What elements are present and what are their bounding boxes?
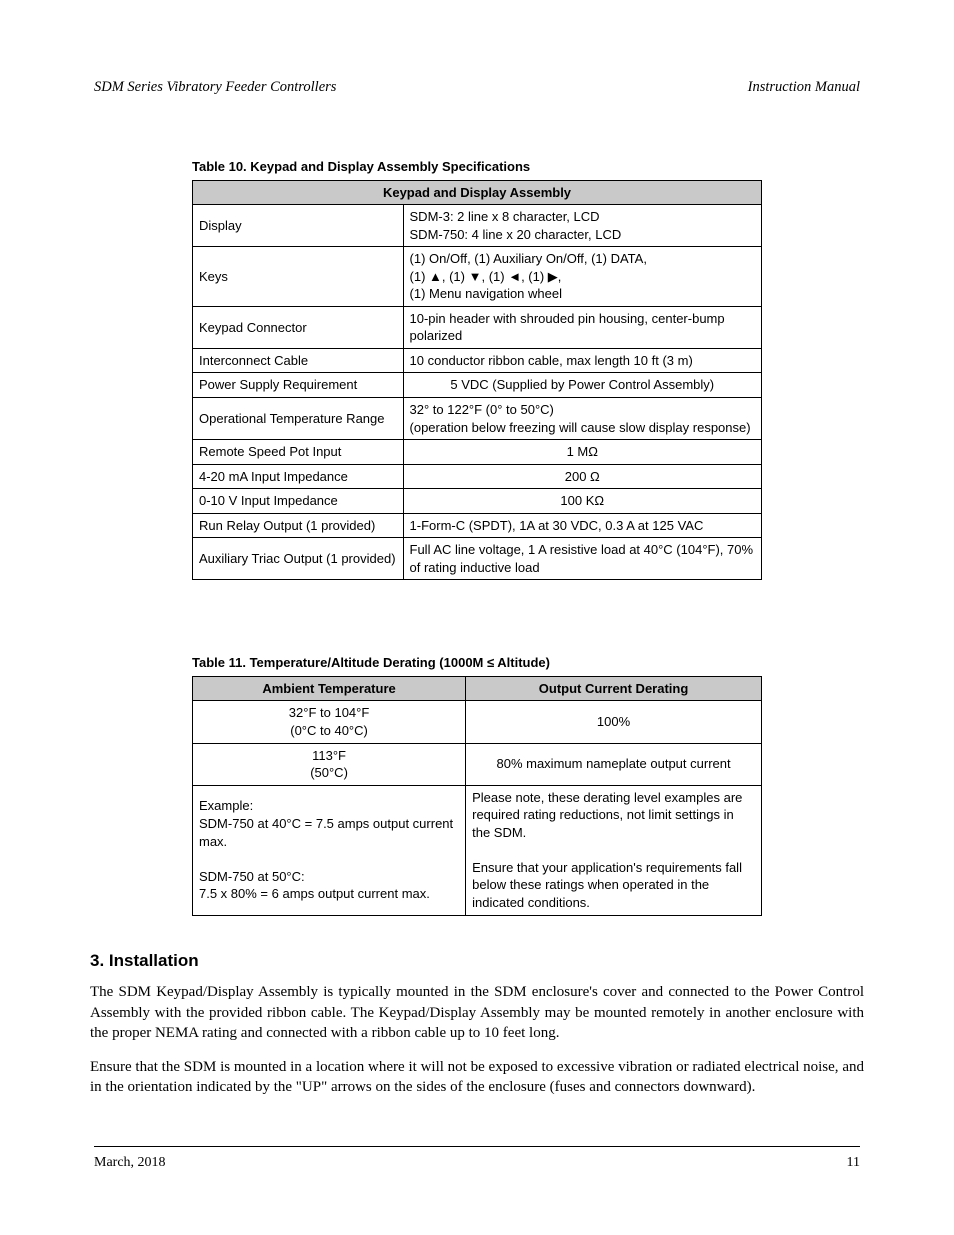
table2-caption-prefix: Table 11. Temperature/Altitude Derating … (192, 655, 487, 670)
cell-b: 80% maximum nameplate output current (466, 743, 762, 785)
table-row: Example:SDM-750 at 40°C = 7.5 amps outpu… (193, 785, 762, 915)
cell-label: Auxiliary Triac Output (1 provided) (193, 538, 404, 580)
cell-value: 100 KΩ (403, 489, 761, 514)
table-row: Keypad Connector 10-pin header with shro… (193, 306, 762, 348)
body-paragraph-2: Ensure that the SDM is mounted in a loca… (90, 1057, 864, 1098)
table-row: Operational Temperature Range 32° to 122… (193, 398, 762, 440)
cell-a: 32°F to 104°F(0°C to 40°C) (193, 701, 466, 743)
table-row: 4-20 mA Input Impedance 200 Ω (193, 464, 762, 489)
table-row: Auxiliary Triac Output (1 provided) Full… (193, 538, 762, 580)
table2-col-a-header: Ambient Temperature (193, 676, 466, 701)
table2-caption-suffix: Altitude) (494, 655, 550, 670)
cell-label: Remote Speed Pot Input (193, 440, 404, 465)
table-row: Run Relay Output (1 provided) 1-Form-C (… (193, 513, 762, 538)
cell-b: Please note, these derating level exampl… (466, 785, 762, 915)
cell-a: 113°F(50°C) (193, 743, 466, 785)
running-header-left: SDM Series Vibratory Feeder Controllers (94, 78, 336, 98)
table2: Ambient Temperature Output Current Derat… (192, 676, 762, 916)
table-row: Keys (1) On/Off, (1) Auxiliary On/Off, (… (193, 247, 762, 307)
table1-header: Keypad and Display Assembly (193, 180, 762, 205)
table-row: 0-10 V Input Impedance 100 KΩ (193, 489, 762, 514)
cell-a: Example:SDM-750 at 40°C = 7.5 amps outpu… (193, 785, 466, 915)
cell-label: Operational Temperature Range (193, 398, 404, 440)
table2-col-b-header: Output Current Derating (466, 676, 762, 701)
cell-value: 200 Ω (403, 464, 761, 489)
body-paragraph-1: The SDM Keypad/Display Assembly is typic… (90, 982, 864, 1043)
cell-value: 32° to 122°F (0° to 50°C)(operation belo… (403, 398, 761, 440)
cell-label: Power Supply Requirement (193, 373, 404, 398)
cell-value: SDM-3: 2 line x 8 character, LCDSDM-750:… (403, 205, 761, 247)
cell-value: (1) On/Off, (1) Auxiliary On/Off, (1) DA… (403, 247, 761, 307)
footer-left: March, 2018 (94, 1154, 166, 1173)
cell-label: Run Relay Output (1 provided) (193, 513, 404, 538)
table-row: Display SDM-3: 2 line x 8 character, LCD… (193, 205, 762, 247)
running-header-right: Instruction Manual (748, 78, 860, 98)
cell-label: 0-10 V Input Impedance (193, 489, 404, 514)
footer-right: 11 (847, 1154, 860, 1173)
cell-label: Interconnect Cable (193, 348, 404, 373)
cell-label: Keys (193, 247, 404, 307)
table-row: 32°F to 104°F(0°C to 40°C) 100% (193, 701, 762, 743)
cell-label: Display (193, 205, 404, 247)
table-row: Remote Speed Pot Input 1 MΩ (193, 440, 762, 465)
cell-label: Keypad Connector (193, 306, 404, 348)
footer-rule (94, 1146, 860, 1147)
cell-value: 1-Form-C (SPDT), 1A at 30 VDC, 0.3 A at … (403, 513, 761, 538)
table2-caption: Table 11. Temperature/Altitude Derating … (192, 654, 762, 672)
section-heading: 3. Installation (90, 950, 864, 973)
table1-caption: Table 10. Keypad and Display Assembly Sp… (192, 158, 762, 176)
cell-value: 10 conductor ribbon cable, max length 10… (403, 348, 761, 373)
cell-value: 5 VDC (Supplied by Power Control Assembl… (403, 373, 761, 398)
table-row: Power Supply Requirement 5 VDC (Supplied… (193, 373, 762, 398)
cell-b: 100% (466, 701, 762, 743)
cell-value: 1 MΩ (403, 440, 761, 465)
table1: Keypad and Display Assembly Display SDM-… (192, 180, 762, 581)
cell-value: 10-pin header with shrouded pin housing,… (403, 306, 761, 348)
table-row: Interconnect Cable 10 conductor ribbon c… (193, 348, 762, 373)
cell-value: Full AC line voltage, 1 A resistive load… (403, 538, 761, 580)
cell-label: 4-20 mA Input Impedance (193, 464, 404, 489)
table-row: 113°F(50°C) 80% maximum nameplate output… (193, 743, 762, 785)
